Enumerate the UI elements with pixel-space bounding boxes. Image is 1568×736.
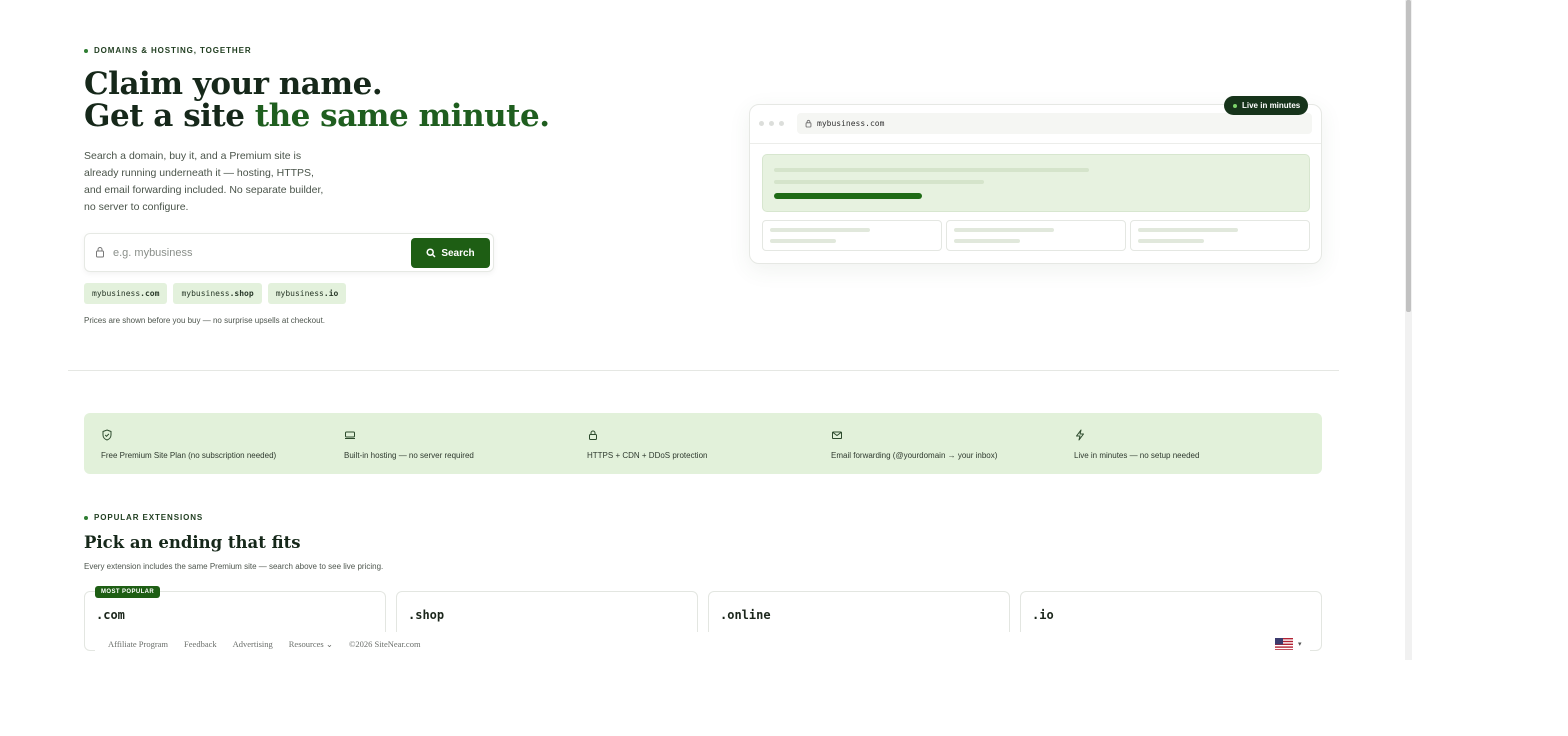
footer-link-feedback[interactable]: Feedback (184, 639, 217, 650)
suggestion-tld: .io (323, 289, 339, 298)
hero-eyebrow-text: DOMAINS & HOSTING, TOGETHER (94, 46, 252, 55)
search-icon (426, 248, 436, 258)
chevron-down-icon[interactable]: ▾ (1298, 640, 1302, 648)
lock-icon (589, 430, 597, 440)
feature-label: Free Premium Site Plan (no subscription … (101, 451, 277, 460)
footer: Affiliate Program Feedback Advertising R… (95, 632, 1310, 660)
suggestion-name: mybusiness (181, 289, 230, 298)
footer-link-resources[interactable]: Resources ⌄ (289, 639, 333, 650)
suggestion-chip-io[interactable]: mybusiness .io (267, 283, 347, 304)
hero-title-line1: Claim your name. (84, 66, 383, 102)
extensions-title: Pick an ending that fits (84, 533, 301, 552)
search-button[interactable]: Search (411, 238, 490, 268)
footer-link-affiliate[interactable]: Affiliate Program (108, 639, 168, 650)
mockup-card (762, 220, 942, 251)
extensions-eyebrow-text: POPULAR EXTENSIONS (94, 513, 204, 522)
suggestion-name: mybusiness (275, 289, 324, 298)
domain-search-input[interactable] (113, 242, 403, 264)
suggestion-tld: .shop (229, 289, 254, 298)
section-divider (68, 370, 1339, 371)
mockup-card (946, 220, 1126, 251)
live-badge-text: Live in minutes (1242, 101, 1301, 110)
footer-copyright: ©2026 SiteNear.com (348, 639, 421, 649)
extension-name: .online (720, 608, 771, 622)
price-note: Prices are shown before you buy — no sur… (84, 316, 326, 325)
mockup-hero-block (762, 154, 1310, 212)
suggestion-chip-shop[interactable]: mybusiness .shop (173, 283, 262, 304)
extension-name: .shop (408, 608, 445, 622)
feature-item: Built-in hosting — no server required (344, 429, 474, 463)
feature-label: Live in minutes — no setup needed (1074, 451, 1200, 460)
suggestion-tld: .com (140, 289, 160, 298)
feature-item: Live in minutes — no setup needed (1074, 429, 1199, 463)
placeholder-line (774, 168, 1089, 172)
mockup-url-bar: mybusiness.com (797, 113, 1312, 134)
feature-label: HTTPS + CDN + DDoS protection (587, 451, 708, 460)
mockup-divider (750, 143, 1321, 144)
feature-item: Email forwarding (@yourdomain → your inb… (831, 429, 997, 463)
mockup-url: mybusiness.com (817, 119, 885, 128)
scrollbar-thumb[interactable] (1406, 0, 1411, 312)
mail-icon (832, 431, 842, 439)
footer-link-advertising[interactable]: Advertising (233, 639, 273, 650)
eyebrow-dot (84, 515, 88, 520)
feature-item: Free Premium Site Plan (no subscription … (101, 429, 276, 463)
shield-check-icon (102, 429, 112, 441)
hero-title: Claim your name. Get a site the same min… (84, 68, 550, 132)
domain-suggestions: mybusiness .com mybusiness .shop mybusines… (84, 283, 347, 304)
extensions-subtitle: Every extension includes the same Premiu… (84, 562, 384, 571)
suggestion-chip-com[interactable]: mybusiness .com (84, 283, 168, 304)
suggestion-name: mybusiness (92, 289, 141, 298)
hero-description: Search a domain, buy it, and a Premium s… (84, 150, 324, 213)
footer-links: Affiliate Program Feedback Advertising R… (108, 639, 421, 650)
search-button-label: Search (441, 247, 475, 259)
live-dot (1233, 103, 1237, 108)
lock-icon (96, 247, 104, 258)
extensions-eyebrow: POPULAR EXTENSIONS (84, 513, 203, 522)
placeholder-cta-bar (774, 193, 922, 199)
lightning-icon (1076, 429, 1084, 441)
domain-search-box: Search (84, 233, 494, 272)
browser-mockup: mybusiness.com (749, 104, 1322, 264)
feature-label: Built-in hosting — no server required (344, 451, 474, 460)
placeholder-line (774, 180, 984, 184)
hero-title-line2-prefix: Get a site (84, 98, 255, 134)
live-badge: Live in minutes (1224, 96, 1309, 115)
eyebrow-dot (84, 48, 88, 53)
feature-item: HTTPS + CDN + DDoS protection (587, 429, 707, 463)
page-viewport: DOMAINS & HOSTING, TOGETHER Claim your n… (0, 0, 1412, 660)
us-flag-icon[interactable] (1275, 638, 1293, 650)
feature-label: Email forwarding (@yourdomain → your inb… (831, 451, 998, 460)
hero-title-accent: the same minute. (254, 98, 550, 134)
most-popular-badge: MOST POPULAR (95, 586, 161, 598)
hero-eyebrow: DOMAINS & HOSTING, TOGETHER (84, 46, 252, 55)
server-icon (345, 431, 355, 439)
lock-icon (805, 119, 812, 128)
window-dots (759, 121, 784, 126)
extension-name: .io (1032, 608, 1054, 622)
features-band: Free Premium Site Plan (no subscription … (84, 413, 1322, 474)
mockup-card (1130, 220, 1310, 251)
extension-name: .com (96, 608, 125, 622)
